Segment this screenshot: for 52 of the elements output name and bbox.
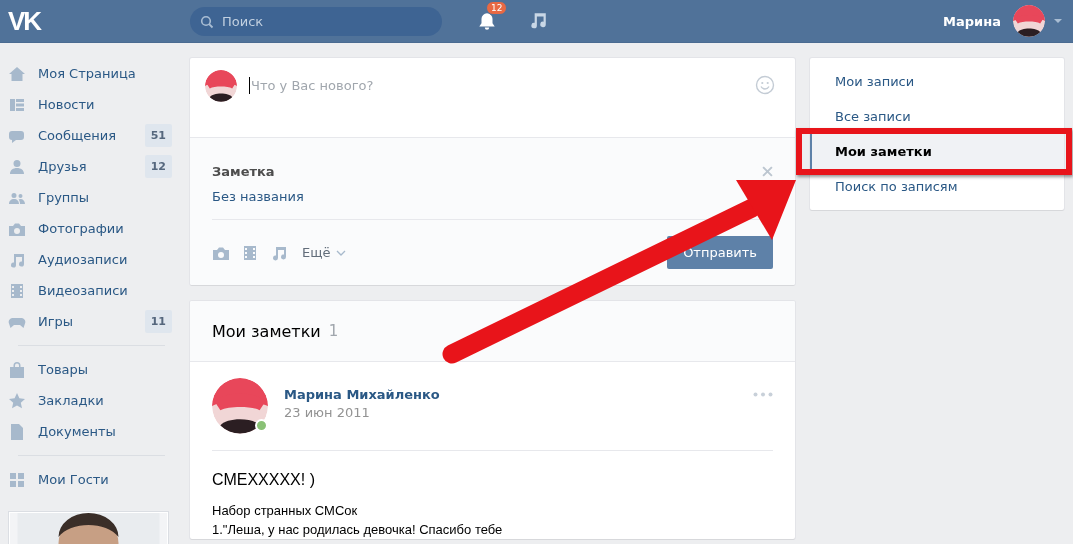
sidebar-item[interactable]: Мои Гости <box>8 464 172 495</box>
counter: 51 <box>144 124 172 147</box>
menu-item[interactable]: Все записи <box>810 99 1064 134</box>
sidebar-item[interactable]: Закладки <box>8 385 172 416</box>
sidebar-item[interactable]: Моя Страница <box>8 58 172 89</box>
person-icon <box>8 157 26 176</box>
film-icon <box>8 281 26 300</box>
user-name[interactable]: Марина <box>943 13 1001 29</box>
grid-icon <box>8 470 26 489</box>
sidebar-item[interactable]: Документы <box>8 416 172 447</box>
smiley-icon[interactable] <box>755 75 775 95</box>
close-icon[interactable] <box>762 166 773 177</box>
sidebar-item[interactable]: Сообщения 51 <box>8 120 172 151</box>
note-text: 1."Леша, у нас родилась девочка! Спасибо тебе <box>212 521 504 539</box>
sidebar-item[interactable]: Видеозаписи <box>8 275 172 306</box>
author-name[interactable]: Марина Михайленко <box>284 387 440 402</box>
note-text: Набор странных СМСок <box>212 502 359 520</box>
note-heading: СМЕХХХХХ! ) <box>212 471 316 489</box>
attachment-type: Заметка <box>212 164 275 179</box>
more-icon[interactable] <box>753 392 773 397</box>
section-title: Мои заметки <box>212 321 321 341</box>
note-title[interactable]: Без названия <box>212 189 304 204</box>
bell-icon[interactable] <box>476 10 498 32</box>
counter: 11 <box>144 310 172 333</box>
bag-icon <box>8 360 26 379</box>
sidebar-item[interactable]: Новости <box>8 89 172 120</box>
avatar[interactable] <box>212 378 268 434</box>
more-link[interactable]: Ещё <box>302 245 331 260</box>
sidebar-item[interactable]: Игры 11 <box>8 306 172 337</box>
search-field[interactable]: Поиск <box>190 6 442 36</box>
document-icon <box>8 422 26 441</box>
sidebar-item[interactable]: Друзья 12 <box>8 151 172 182</box>
film-icon[interactable] <box>241 243 259 262</box>
star-icon <box>8 391 26 410</box>
caret-icon[interactable] <box>336 249 347 256</box>
sidebar-item[interactable]: Группы <box>8 182 172 213</box>
sidebar-item[interactable]: Товары <box>8 354 172 385</box>
menu-item[interactable]: Мои записи <box>810 64 1064 99</box>
notification-badge: 12 <box>486 1 508 15</box>
search-icon <box>200 14 214 29</box>
avatar[interactable] <box>1013 5 1045 37</box>
menu-item[interactable]: Мои заметки <box>810 134 1064 169</box>
menu-item[interactable]: Поиск по записям <box>810 169 1064 204</box>
logo[interactable]: VK <box>8 5 41 36</box>
house-icon <box>8 64 26 83</box>
note-count: 1 <box>328 322 339 340</box>
sidebar-item[interactable]: Аудиозаписи <box>8 244 172 275</box>
music-icon[interactable] <box>528 11 548 31</box>
caret-icon[interactable] <box>1053 18 1063 24</box>
sidebar-item[interactable]: Фотографии <box>8 213 172 244</box>
counter: 12 <box>144 155 172 178</box>
avatar <box>205 70 237 102</box>
